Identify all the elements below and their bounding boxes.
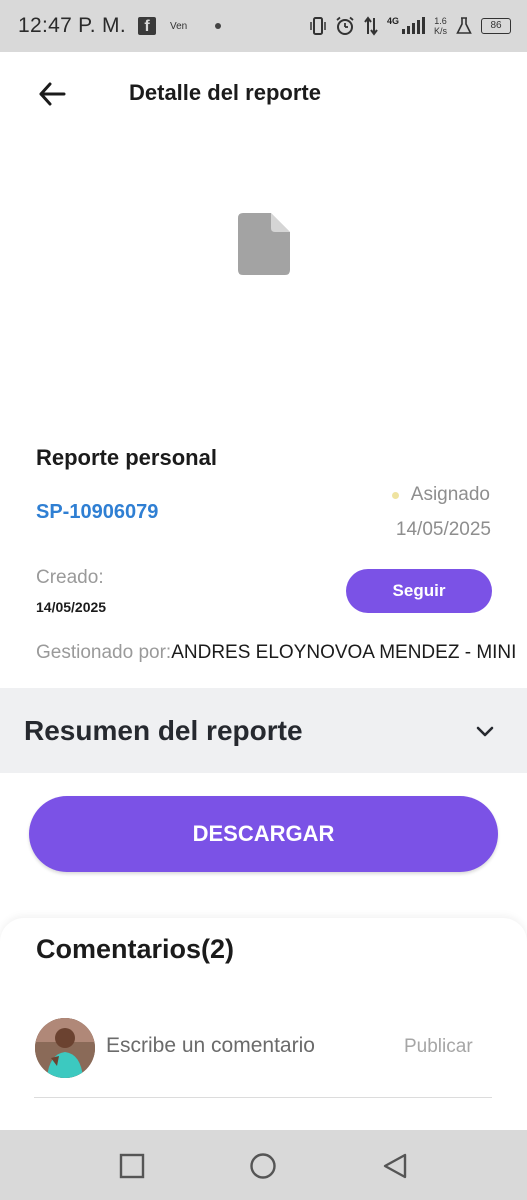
publish-button[interactable]: Publicar xyxy=(404,1036,473,1058)
vibrate-icon xyxy=(310,16,326,36)
facebook-icon: f xyxy=(137,17,156,35)
home-button[interactable] xyxy=(249,1152,277,1180)
managed-by-label: Gestionado por: xyxy=(36,642,172,663)
managed-by: Gestionado por:ANDRES ELOYNOVOA MENDEZ -… xyxy=(36,642,527,664)
follow-button[interactable]: Seguir xyxy=(346,569,492,613)
network-speed-unit: K/s xyxy=(433,26,447,36)
status-dot-icon xyxy=(391,491,399,499)
alarm-icon xyxy=(335,16,355,36)
recents-button[interactable] xyxy=(118,1152,146,1180)
back-nav-button[interactable] xyxy=(381,1152,409,1180)
square-icon xyxy=(119,1153,145,1179)
back-button[interactable] xyxy=(36,78,68,110)
status-label: Asignado xyxy=(410,484,490,505)
summary-title: Resumen del reporte xyxy=(24,715,303,746)
status-time: 12:47 P. M. xyxy=(18,14,126,37)
signal-icon xyxy=(401,17,425,34)
battery-icon: 86 xyxy=(481,18,511,34)
avatar xyxy=(35,1018,95,1078)
divider xyxy=(34,1097,492,1098)
flask-icon xyxy=(456,17,472,35)
managed-by-value: ANDRES ELOYNOVOA MENDEZ - MINI xyxy=(171,642,517,663)
arrow-left-icon xyxy=(39,82,66,106)
summary-accordion[interactable]: Resumen del reporte xyxy=(0,688,527,773)
report-type: Reporte personal xyxy=(36,445,217,470)
status-badge: Asignado xyxy=(391,484,490,506)
report-id[interactable]: SP-10906079 xyxy=(36,501,158,524)
status-icons: 4G 1.6 K/s 86 xyxy=(310,0,511,52)
page-title: Detalle del reporte xyxy=(129,80,321,105)
network-speed: 1.6 K/s xyxy=(434,16,447,36)
network-speed-value: 1.6 xyxy=(434,16,447,26)
system-nav-bar xyxy=(0,1130,527,1200)
circle-icon xyxy=(250,1153,276,1179)
file-icon xyxy=(238,213,290,275)
download-button[interactable]: DESCARGAR xyxy=(29,796,498,872)
comment-input[interactable] xyxy=(106,1026,376,1066)
comments-title: Comentarios(2) xyxy=(36,934,235,964)
network-type: 4G xyxy=(386,16,399,26)
comments-card: Comentarios(2) Publicar xyxy=(0,918,527,1130)
chevron-down-icon xyxy=(476,726,494,737)
status-bar: 12:47 P. M. f Ven 4G 1.6 K/s 86 xyxy=(0,0,527,52)
triangle-back-icon xyxy=(383,1153,407,1179)
created-date: 14/05/2025 xyxy=(36,599,107,615)
data-transfer-icon xyxy=(364,16,378,36)
status-date: 14/05/2025 xyxy=(395,519,491,540)
app-header: Detalle del reporte xyxy=(0,52,527,136)
notification-dot-icon xyxy=(215,23,222,29)
created-label: Creado: xyxy=(36,567,104,588)
carrier-label: Ven xyxy=(169,20,188,32)
